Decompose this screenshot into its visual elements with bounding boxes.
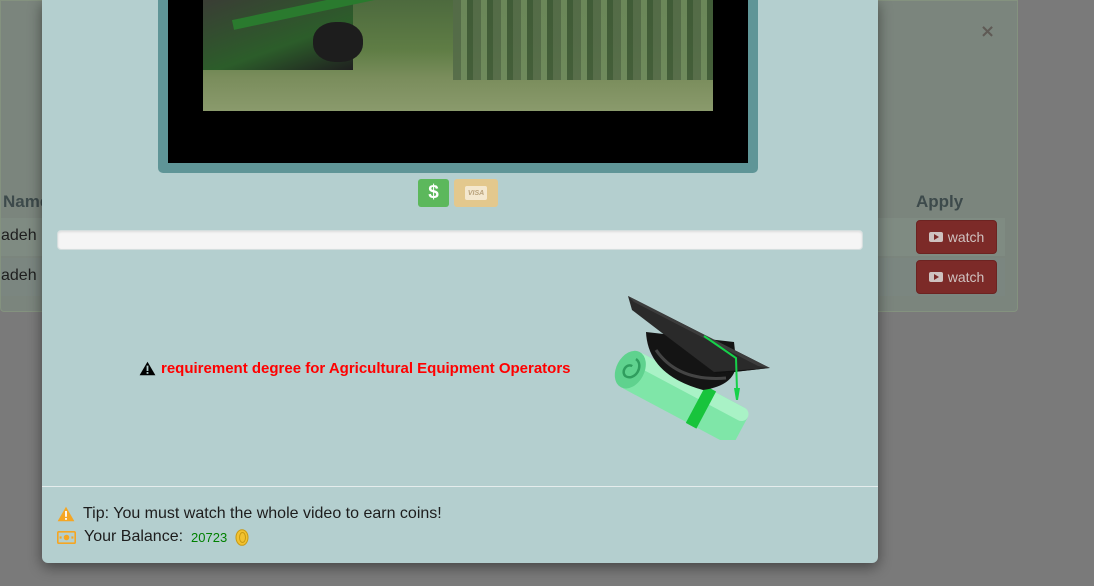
dollar-payment-button[interactable]: $ (418, 179, 449, 207)
requirement-notice: requirement degree for Agricultural Equi… (139, 360, 571, 377)
column-header-apply: Apply (916, 192, 964, 211)
background-close-button[interactable]: × (980, 21, 995, 42)
video-frame-image (203, 0, 713, 111)
video-viewport[interactable] (168, 0, 748, 163)
warning-icon (57, 506, 75, 522)
requirement-text: requirement degree for Agricultural Equi… (161, 360, 571, 377)
watch-button[interactable]: watch (916, 220, 997, 254)
row-name-cell: adeh (1, 267, 37, 284)
modal-footer: Tip: You must watch the whole video to e… (42, 486, 878, 563)
dollar-icon: $ (428, 182, 439, 203)
graduation-cap-icon (614, 296, 770, 440)
video-modal: $ VISA requirement degree for Agricultur… (42, 0, 878, 563)
visa-payment-button[interactable]: VISA (454, 179, 498, 207)
row-name-cell: adeh (1, 227, 37, 244)
visa-card-icon: VISA (465, 186, 487, 200)
balance-line: Your Balance: 20723 (57, 528, 249, 546)
watch-button-label: watch (947, 269, 985, 285)
money-icon (57, 530, 76, 544)
tip-text: Tip: You must watch the whole video to e… (83, 505, 442, 522)
youtube-play-icon (928, 272, 943, 282)
youtube-play-icon (928, 232, 943, 242)
balance-value: 20723 (191, 529, 228, 545)
watch-button[interactable]: watch (916, 260, 997, 294)
tip-line: Tip: You must watch the whole video to e… (57, 505, 442, 523)
warning-icon (139, 361, 156, 376)
balance-label: Your Balance: (84, 528, 184, 545)
watch-progress-bar (57, 230, 863, 250)
watch-button-label: watch (947, 229, 985, 245)
coin-icon (235, 528, 249, 546)
video-player[interactable] (158, 0, 758, 173)
